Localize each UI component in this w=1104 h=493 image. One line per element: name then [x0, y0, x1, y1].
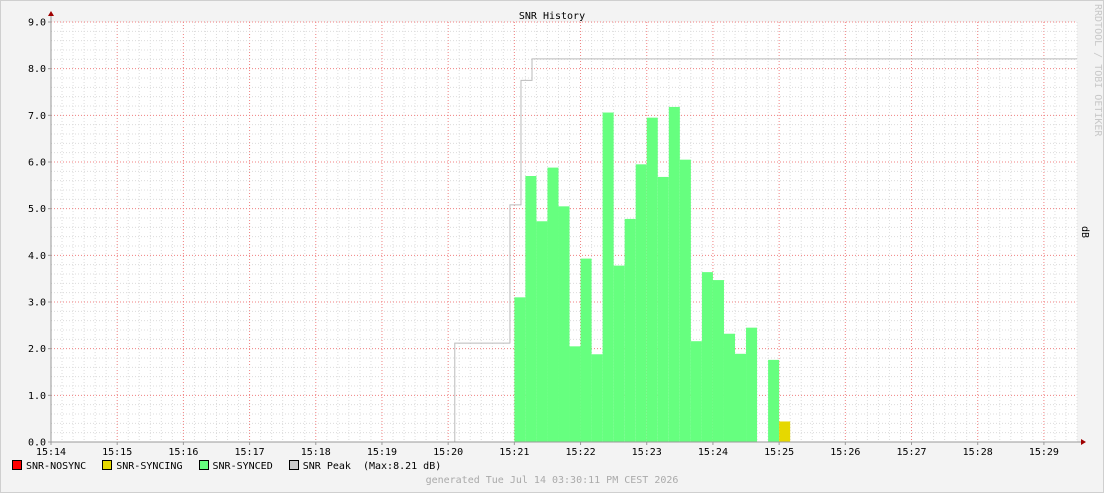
synced-bar	[591, 354, 603, 442]
y-tick-label: 6.0	[28, 158, 46, 169]
legend-item-nosync: SNR-NOSYNC	[12, 460, 86, 472]
y-tick-label: 1.0	[28, 391, 46, 402]
x-tick-label: 15:21	[499, 447, 529, 458]
x-tick-label: 15:14	[36, 447, 66, 458]
x-tick-label: 15:16	[168, 447, 198, 458]
synced-bar	[580, 258, 592, 442]
synced-bar	[668, 106, 680, 442]
legend-item-synced: SNR-SYNCED	[198, 460, 273, 472]
synced-bar	[536, 221, 548, 442]
x-tick-label: 15:15	[102, 447, 132, 458]
y-tick-label: 4.0	[28, 251, 46, 262]
y-tick-label: 8.0	[28, 64, 46, 75]
synced-bar	[547, 167, 559, 442]
legend-item-syncing: SNR-SYNCING	[102, 460, 182, 472]
synced-bar	[712, 280, 724, 442]
y-tick-label: 5.0	[28, 204, 46, 215]
synced-bar	[635, 164, 647, 443]
synced-bar	[657, 176, 669, 442]
synced-bar	[735, 353, 747, 442]
syncing-bar	[779, 421, 791, 442]
snr-history-chart: 0.01.02.03.04.05.06.07.08.09.0 15:14 15:1…	[28, 11, 1086, 458]
synced-bar	[624, 218, 636, 442]
y-tick-label: 3.0	[28, 298, 46, 309]
x-tick-label: 15:26	[830, 447, 860, 458]
x-tick-label: 15:23	[632, 447, 662, 458]
synced-bar	[525, 176, 537, 442]
legend-label-syncing: SNR-SYNCING	[116, 461, 183, 472]
x-tick-label: 15:29	[1029, 447, 1059, 458]
x-tick-label: 15:20	[433, 447, 463, 458]
legend-swatch-peak	[288, 460, 299, 470]
synced-bar	[746, 327, 758, 442]
x-tick-labels: 15:14 15:15 15:16 15:17 15:18 15:19 15:20 15:21…	[36, 447, 1059, 458]
legend-item-peak: SNR Peak (Max:8.21 dB)	[288, 460, 442, 472]
x-tick-label: 15:18	[301, 447, 331, 458]
generated-footer: generated Tue Jul 14 03:30:11 PM CEST 20…	[425, 475, 679, 486]
chart-title: SNR History	[519, 11, 585, 22]
y-tick-label: 2.0	[28, 344, 46, 355]
synced-bar	[690, 341, 702, 442]
x-tick-label: 15:24	[698, 447, 728, 458]
x-axis-arrow	[1081, 439, 1086, 445]
legend-label-peak: SNR Peak (Max:8.21 dB)	[302, 461, 442, 472]
synced-bar	[514, 297, 526, 442]
x-tick-label: 15:19	[367, 447, 397, 458]
legend-swatch-nosync	[12, 460, 22, 470]
legend-swatch-syncing	[102, 460, 113, 470]
synced-bar	[646, 117, 658, 443]
synced-bar	[569, 346, 581, 442]
legend: SNR-NOSYNC SNR-SYNCING SNR-SYNCED SNR Pe…	[12, 460, 451, 472]
x-tick-label: 15:27	[896, 447, 926, 458]
synced-bar	[701, 272, 713, 442]
x-tick-label: 15:17	[235, 447, 265, 458]
y-axis-label: dB	[1079, 226, 1090, 239]
legend-swatch-synced	[198, 460, 209, 470]
synced-bar	[602, 112, 614, 443]
synced-bar	[768, 359, 780, 442]
legend-label-synced: SNR-SYNCED	[212, 461, 273, 472]
x-tick-label: 15:25	[764, 447, 794, 458]
synced-bar	[723, 333, 735, 442]
y-tick-labels: 0.01.02.03.04.05.06.07.08.09.0	[28, 18, 46, 449]
x-tick-label: 15:28	[963, 447, 993, 458]
synced-bar	[679, 159, 691, 442]
synced-bar	[613, 265, 625, 442]
legend-label-nosync: SNR-NOSYNC	[26, 461, 87, 472]
y-tick-label: 9.0	[28, 18, 46, 29]
watermark: RRDTOOL / TOBI OETIKER	[1092, 4, 1103, 137]
y-axis-arrow	[48, 11, 54, 16]
synced-bar	[558, 206, 570, 442]
x-tick-label: 15:22	[565, 447, 595, 458]
y-tick-label: 7.0	[28, 111, 46, 122]
